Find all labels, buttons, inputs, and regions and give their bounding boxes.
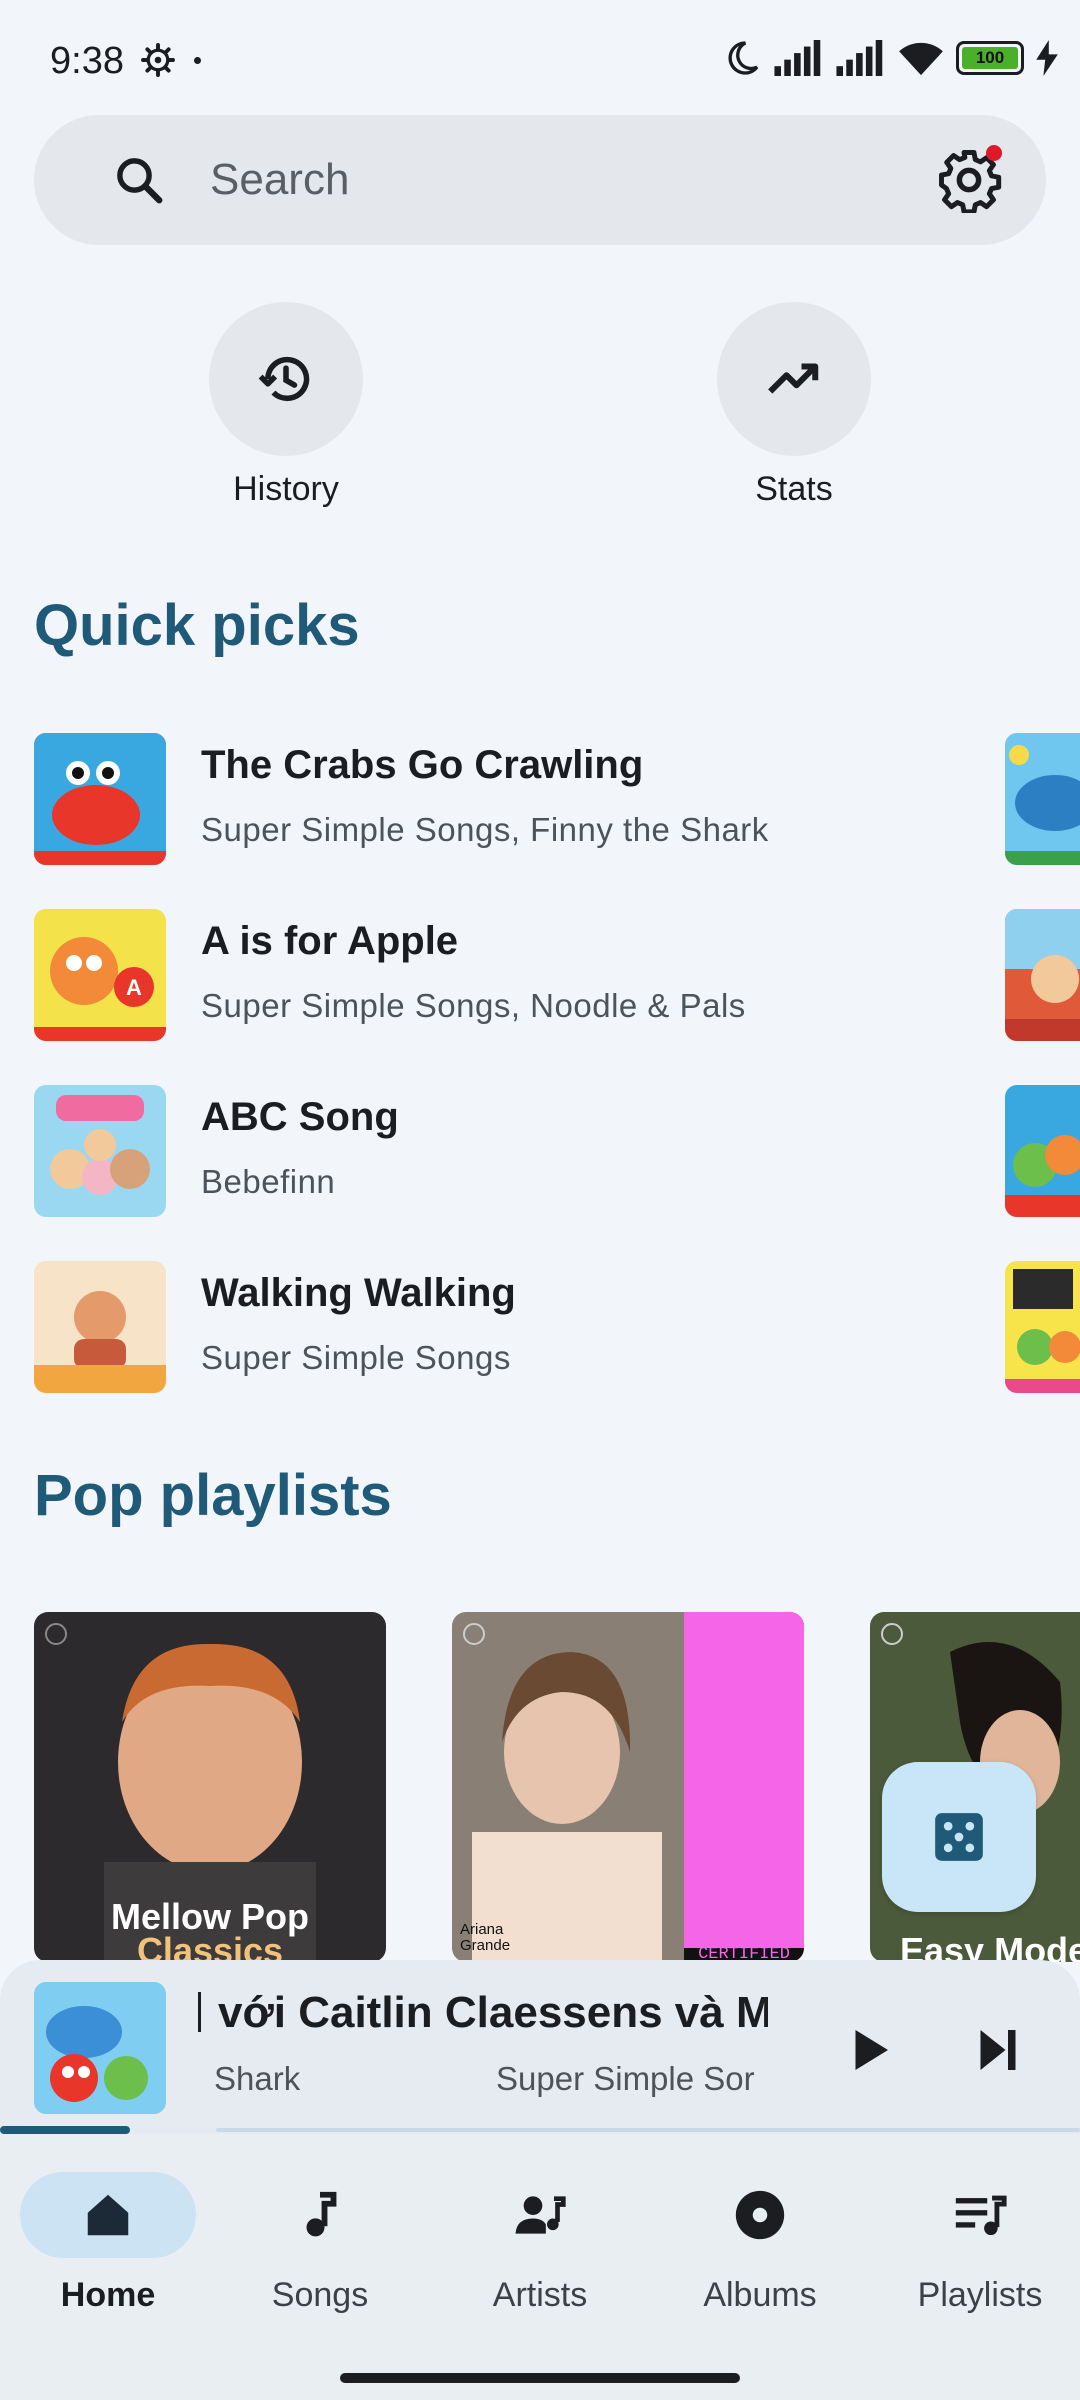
settings-notification-badge <box>986 145 1002 161</box>
next-column-thumbnail[interactable] <box>1005 1261 1080 1393</box>
song-artists: Super Simple Songs <box>201 1339 511 1376</box>
playlist-artist-line2: Grande <box>460 1937 511 1954</box>
playlist-card[interactable]: Ariana Grande CERTIFIED <box>452 1612 804 1962</box>
nav-artists[interactable]: Artists <box>432 2172 648 2315</box>
song-title: ABC Song <box>201 1095 399 1139</box>
search-bar[interactable]: Search <box>34 115 1046 245</box>
nav-songs[interactable]: Songs <box>212 2172 428 2315</box>
search-input[interactable]: Search <box>210 155 349 205</box>
next-column-thumbnail[interactable] <box>1005 909 1080 1041</box>
nav-artists-label: Artists <box>492 2276 588 2314</box>
song-thumbnail <box>34 733 166 865</box>
shuffle-dice-button[interactable] <box>882 1762 1036 1912</box>
song-artists: Bebefinn <box>201 1163 336 1200</box>
bottom-navigation: Home Songs Artists Albums Playlists <box>0 2134 1080 2400</box>
list-item[interactable]: ABC Song Bebefinn <box>34 1085 1034 1219</box>
status-time: 9:38 <box>50 40 124 82</box>
play-icon[interactable] <box>838 2020 898 2080</box>
signal-icon-2 <box>836 40 883 76</box>
nav-playlists[interactable]: Playlists <box>872 2172 1080 2315</box>
song-title: A is for Apple <box>201 919 459 963</box>
playlist-cover <box>452 1612 804 1962</box>
song-thumbnail <box>34 1085 166 1217</box>
nav-playlists-pill[interactable] <box>892 2172 1068 2258</box>
nav-playlists-label: Playlists <box>917 2276 1043 2314</box>
playlist-card[interactable]: Mellow Pop Classics <box>34 1612 386 1962</box>
status-icons: 100 <box>722 38 1058 78</box>
next-column-thumbnail[interactable] <box>1005 1085 1080 1217</box>
song-title: The Crabs Go Crawling <box>201 743 644 787</box>
now-playing-subtitle-marquee: Shark Super Simple Sor <box>198 2060 768 2110</box>
now-playing-subtitle-right: Super Simple Sor <box>496 2060 755 2097</box>
album-icon <box>735 2190 785 2240</box>
history-circle[interactable] <box>209 302 363 456</box>
dice-icon <box>935 1813 983 1861</box>
history-label: History <box>233 470 339 508</box>
nav-home-pill[interactable] <box>20 2172 196 2258</box>
music-note-icon <box>306 2191 337 2237</box>
home-icon <box>87 2194 129 2236</box>
playlist-icon <box>955 2195 1007 2236</box>
search-icon <box>117 158 163 204</box>
status-bar: 9:38 100 <box>0 0 1080 120</box>
list-item[interactable]: Walking Walking Super Simple Songs <box>34 1261 1034 1395</box>
song-artists: Super Simple Songs, Finny the Shark <box>201 811 769 848</box>
song-artists: Super Simple Songs, Noodle & Pals <box>201 987 746 1024</box>
now-playing-title: với Caitlin Claessens và M <box>218 1988 768 2037</box>
battery-icon: 100 <box>956 41 1024 75</box>
playlist-artist-line1: Ariana <box>460 1921 504 1938</box>
now-playing-subtitle-left: Shark <box>214 2060 301 2097</box>
playlist-caption-line2: Classics <box>136 1930 284 1962</box>
do-not-disturb-moon-icon <box>728 41 759 75</box>
artist-icon <box>515 2196 566 2234</box>
now-playing-thumbnail <box>34 1982 166 2114</box>
quick-picks-title: Quick picks <box>34 593 360 658</box>
song-thumbnail <box>34 1261 166 1393</box>
signal-icon <box>774 40 821 76</box>
nav-songs-label: Songs <box>271 2276 369 2314</box>
nav-home[interactable]: Home <box>0 2172 216 2315</box>
trending-up-icon <box>768 363 819 394</box>
mini-player[interactable]: với Caitlin Claessens và M Shark Super S… <box>0 1960 1080 2134</box>
stats-label: Stats <box>755 470 833 508</box>
playback-progress-fill <box>0 2126 130 2134</box>
song-thumbnail: A <box>34 909 166 1041</box>
stats-button[interactable]: Stats <box>694 302 894 509</box>
history-button[interactable]: History <box>186 302 386 509</box>
history-icon <box>258 356 310 402</box>
list-item[interactable]: The Crabs Go Crawling Super Simple Songs… <box>34 733 1034 867</box>
nav-songs-pill[interactable] <box>232 2172 408 2258</box>
playback-progress-remaining <box>216 2128 1080 2132</box>
playlist-caption: Easy Mode <box>900 1930 1080 1962</box>
playback-progress-bar[interactable] <box>0 2126 1080 2134</box>
home-gesture-bar[interactable] <box>340 2373 740 2383</box>
stats-circle[interactable] <box>717 302 871 456</box>
nav-albums[interactable]: Albums <box>652 2172 868 2315</box>
nav-albums-label: Albums <box>703 2276 817 2314</box>
list-item[interactable]: A A is for Apple Super Simple Songs, Noo… <box>34 909 1034 1043</box>
nav-artists-pill[interactable] <box>452 2172 628 2258</box>
notification-dot-icon <box>194 57 201 64</box>
svg-text:A: A <box>126 975 142 1000</box>
now-playing-title-marquee: với Caitlin Claessens và M <box>198 1988 768 2048</box>
nav-home-label: Home <box>60 2276 156 2314</box>
playlist-artist: Ariana Grande <box>460 1922 510 1954</box>
battery-level: 100 <box>962 47 1018 69</box>
charging-icon <box>1036 40 1058 76</box>
skip-next-icon[interactable] <box>968 2020 1028 2080</box>
marquee-fragment <box>198 1992 201 2032</box>
wifi-icon <box>899 42 943 76</box>
next-column-thumbnail[interactable] <box>1005 733 1080 865</box>
settings-notification-icon <box>141 43 175 77</box>
song-title: Walking Walking <box>201 1271 516 1315</box>
pop-playlists-title: Pop playlists <box>34 1463 392 1528</box>
nav-albums-pill[interactable] <box>672 2172 848 2258</box>
